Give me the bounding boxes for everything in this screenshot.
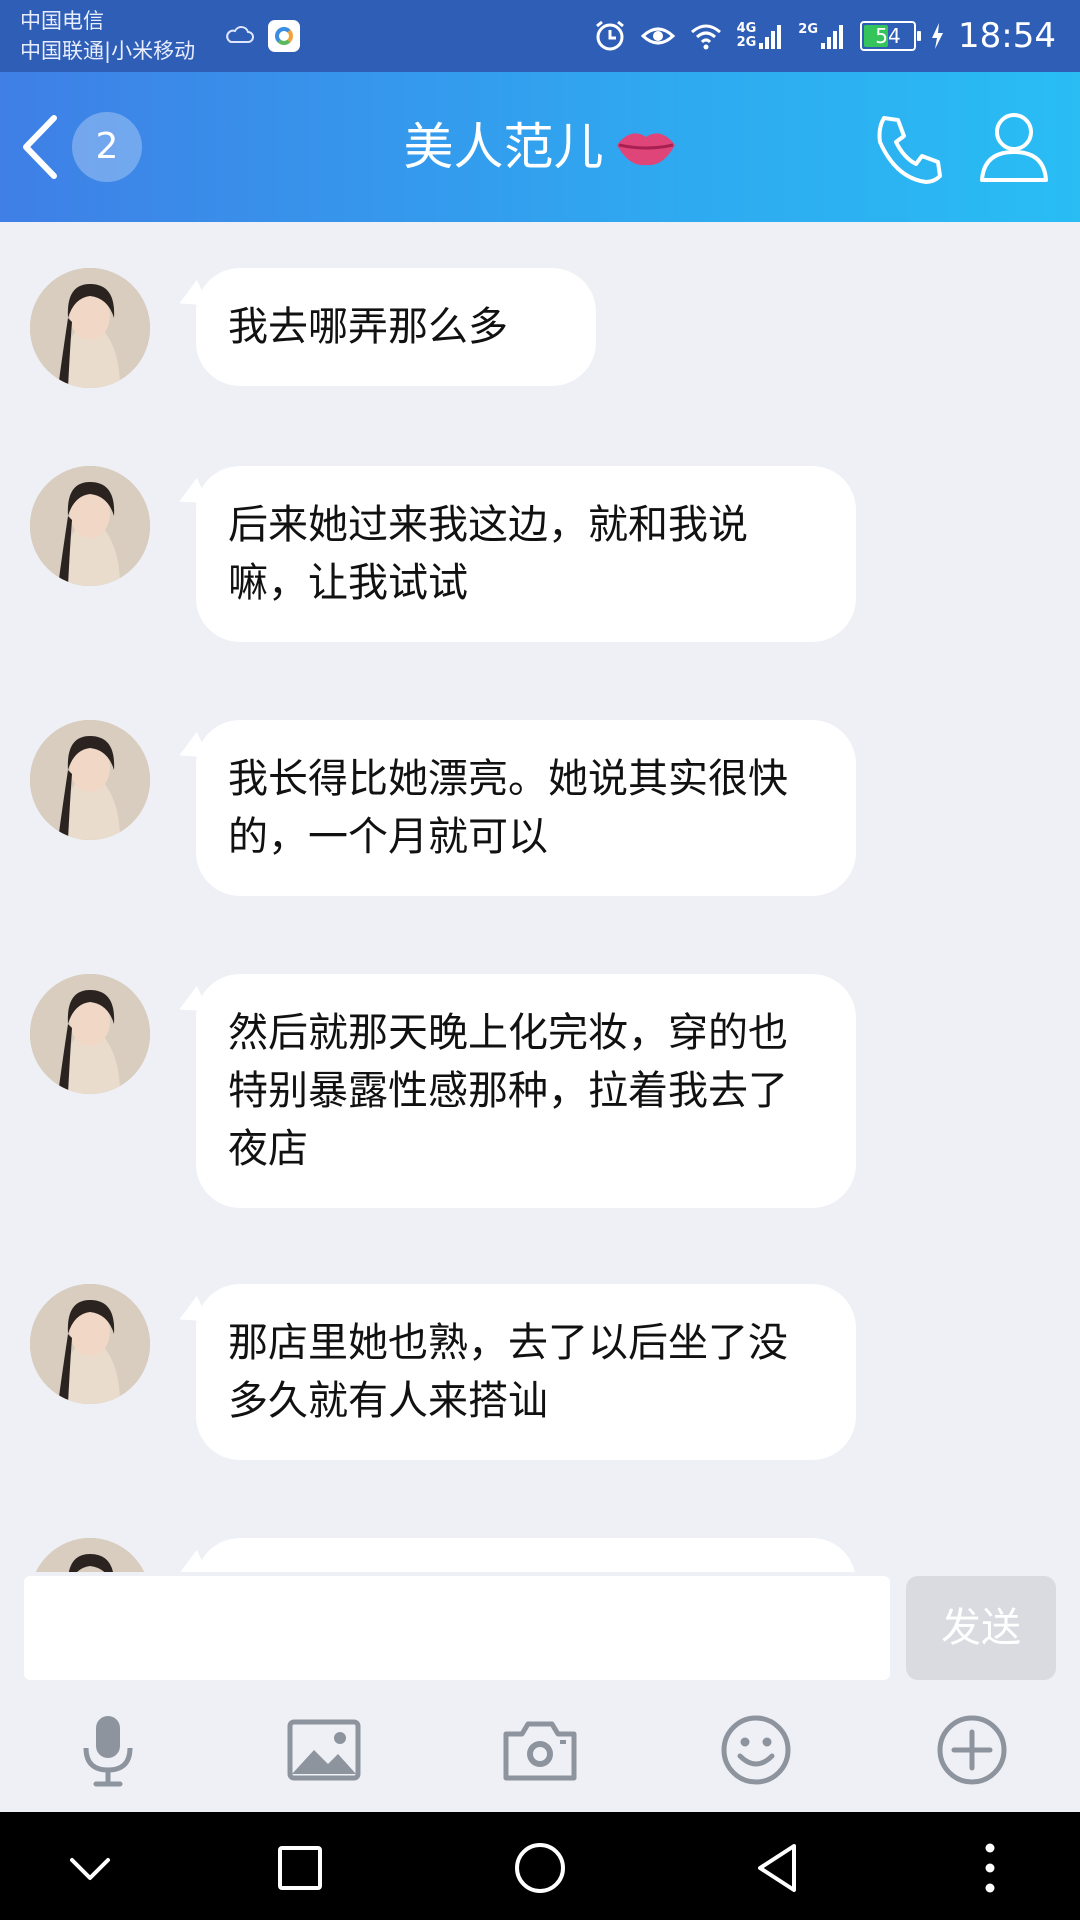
- recents-button[interactable]: [270, 1838, 330, 1898]
- chat-header: 2 美人范儿: [0, 72, 1080, 222]
- lips-icon: [616, 133, 675, 166]
- camera-button[interactable]: [500, 1710, 580, 1790]
- message-list[interactable]: 我去哪弄那么多 后来她过来我这边，就和我说嘛，让我试试 我长得比她漂亮。她说其实: [0, 222, 1080, 1572]
- avatar-image: [30, 268, 150, 388]
- signal-icon-2: [821, 25, 844, 49]
- profile-button[interactable]: [978, 108, 1050, 184]
- menu-button[interactable]: [960, 1838, 1020, 1898]
- avatar-image: [30, 466, 150, 586]
- emoji-button[interactable]: [716, 1710, 796, 1790]
- wifi-icon: [690, 24, 721, 50]
- more-dots-icon: [985, 1843, 995, 1893]
- emoji-icon: [721, 1715, 791, 1785]
- photo-button[interactable]: [284, 1710, 364, 1790]
- message-bubble[interactable]: 那店里她也熟，去了以后坐了没多久就有人来搭讪: [196, 1284, 856, 1460]
- message-bubble[interactable]: 然后就那天晚上化完妆，穿的也特别暴露性感那种，拉着我去了夜店: [196, 974, 856, 1208]
- contact-avatar[interactable]: [30, 1284, 150, 1404]
- image-icon: [287, 1719, 361, 1781]
- message-bubble[interactable]: 后来她过来我这边，就和我说嘛，让我试试: [196, 466, 856, 642]
- circle-icon: [515, 1843, 565, 1893]
- plus-icon: [937, 1715, 1007, 1785]
- contact-avatar[interactable]: [30, 974, 150, 1094]
- chevron-down-icon: [70, 1858, 110, 1880]
- more-button[interactable]: [932, 1710, 1012, 1790]
- charging-bolt-icon: [932, 23, 944, 49]
- app-notification-icon: [268, 20, 300, 52]
- avatar-image: [30, 974, 150, 1094]
- message-bubble[interactable]: 我去哪弄那么多: [196, 268, 596, 386]
- avatar-image: [30, 720, 150, 840]
- status-icons: 4G 2G 2G 54 18:54: [593, 14, 1056, 58]
- contact-avatar[interactable]: [30, 466, 150, 586]
- status-bar: 中国电信 中国联通|小米移动 4G 2G 2G 54 18:54: [0, 0, 1080, 72]
- home-button[interactable]: [510, 1838, 570, 1898]
- back-nav-button[interactable]: [750, 1838, 810, 1898]
- message-bubble[interactable]: [196, 1538, 856, 1572]
- contact-name: 美人范儿: [403, 118, 604, 176]
- network-type: 4G 2G: [737, 21, 785, 51]
- user-icon: [980, 113, 1048, 182]
- battery-percent: 54: [875, 24, 901, 48]
- contact-avatar[interactable]: [30, 720, 150, 840]
- compose-bar: 发送: [0, 1572, 1080, 1682]
- message-bubble[interactable]: 我长得比她漂亮。她说其实很快的，一个月就可以: [196, 720, 856, 896]
- carrier-info: 中国电信 中国联通|小米移动: [20, 6, 195, 66]
- contact-avatar[interactable]: [30, 268, 150, 388]
- send-button[interactable]: 发送: [906, 1576, 1056, 1680]
- camera-icon: [503, 1721, 577, 1781]
- signal-icon-1: [759, 25, 782, 49]
- avatar-image: [30, 1284, 150, 1404]
- battery-indicator: 54: [860, 21, 922, 51]
- message-input[interactable]: [24, 1576, 890, 1680]
- carrier-line-2: 中国联通|小米移动: [20, 39, 196, 63]
- network-label-1: 4G: [736, 21, 757, 36]
- system-nav-bar: [0, 1812, 1080, 1920]
- microphone-icon: [83, 1716, 133, 1787]
- weather-cloud-icon: [226, 26, 254, 43]
- alarm-icon: [595, 20, 624, 51]
- voice-button[interactable]: [68, 1710, 148, 1790]
- hide-nav-button[interactable]: [60, 1838, 120, 1898]
- contact-avatar[interactable]: [30, 1538, 150, 1572]
- square-icon: [278, 1846, 322, 1890]
- input-toolbar: [0, 1682, 1080, 1812]
- call-button[interactable]: [870, 110, 946, 186]
- eye-icon: [640, 27, 675, 45]
- clock: 18:54: [958, 16, 1056, 56]
- network-type-2: 2G: [798, 21, 846, 51]
- carrier-line-1: 中国电信: [20, 9, 104, 33]
- phone-icon: [877, 116, 942, 184]
- network-label-2: 2G: [736, 35, 757, 50]
- network-label-3: 2G: [798, 22, 819, 37]
- avatar-image: [30, 1538, 150, 1572]
- triangle-back-icon: [758, 1844, 796, 1892]
